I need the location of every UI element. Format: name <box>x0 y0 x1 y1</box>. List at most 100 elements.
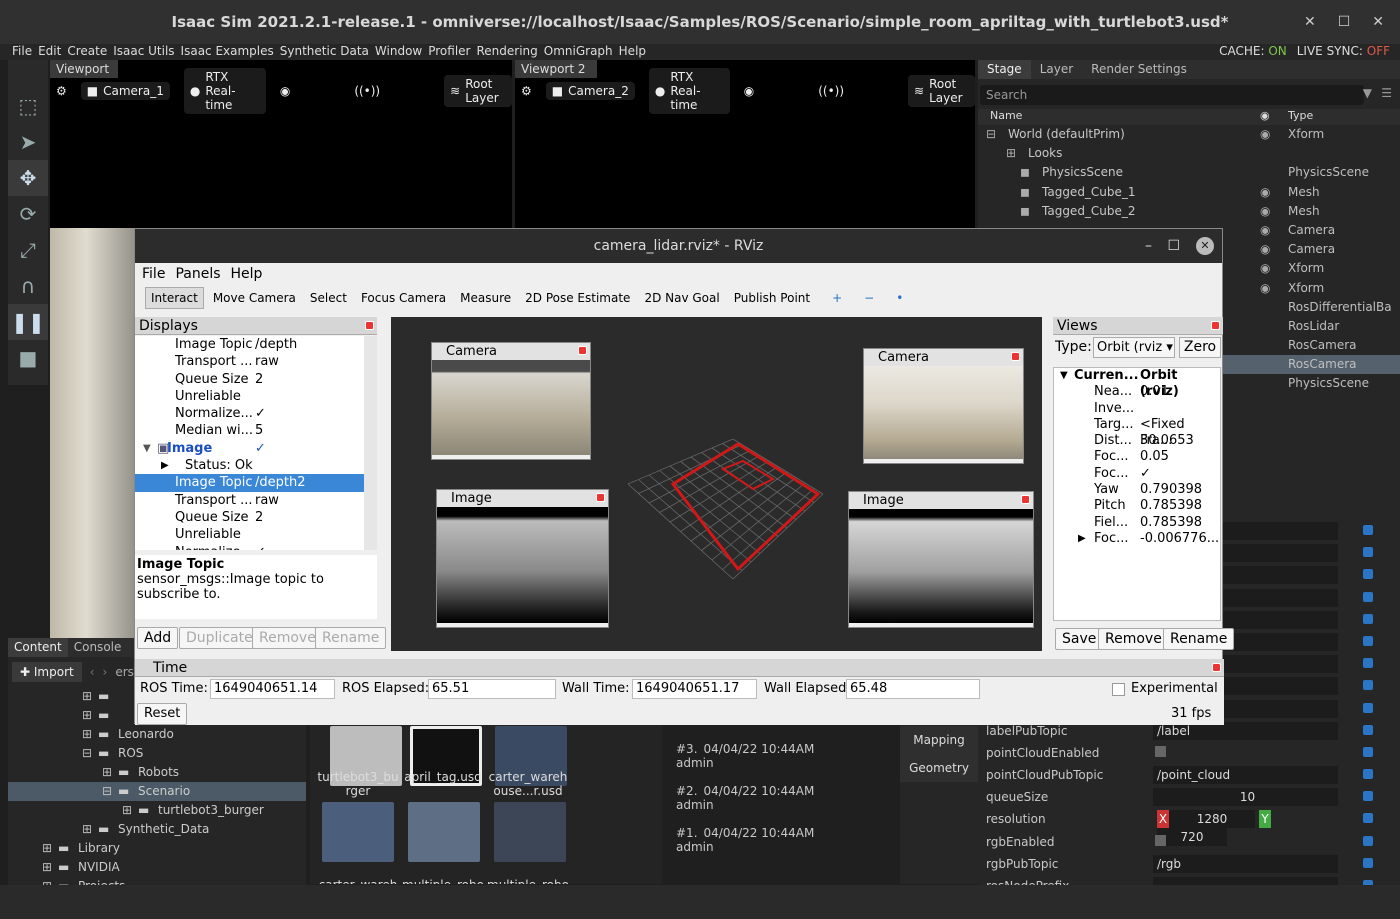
expand-icon[interactable]: ⊞ <box>122 801 132 820</box>
menu-item-create[interactable]: Create <box>67 44 107 58</box>
resolution-field[interactable]: X 1280 Y720 <box>1153 810 1338 847</box>
view-property-value[interactable]: 0.790398 <box>1140 482 1202 498</box>
tree-item[interactable]: ⊞ ▬ Synthetic_Data <box>8 820 306 839</box>
viewport-2-tab[interactable]: Viewport 2 <box>515 60 597 78</box>
rviz-menu-file[interactable]: File <box>142 266 165 282</box>
checkbox[interactable] <box>1155 834 1166 846</box>
display-property-row[interactable]: Queue Size 2 <box>135 371 377 388</box>
checkbox[interactable] <box>1155 745 1166 757</box>
snap-icon[interactable]: ∩ <box>8 268 48 304</box>
collapse-icon[interactable]: ⊟ <box>102 782 112 801</box>
view-property-row[interactable]: ▶ Foc... -0.006776... <box>1054 531 1220 547</box>
view-property-value[interactable]: -0.006776... <box>1140 531 1219 547</box>
prim-icon[interactable]: ◼ <box>1020 202 1030 221</box>
thumb-multiple-robots[interactable] <box>408 802 480 862</box>
displays-scrollbar[interactable] <box>364 336 377 550</box>
reset-button[interactable]: Reset <box>137 703 188 725</box>
menu-item-edit[interactable]: Edit <box>38 44 61 58</box>
display-property-row[interactable]: ▶ Status: Ok <box>135 457 377 474</box>
thumb-carter[interactable] <box>322 802 394 862</box>
view-property-row[interactable]: Inve... <box>1054 401 1220 417</box>
view-type-select[interactable]: Orbit (rviz ▾ <box>1093 337 1175 358</box>
expand-icon[interactable]: ⊞ <box>42 858 52 877</box>
display-property-value[interactable]: ✓ <box>255 405 266 422</box>
close-icon[interactable] <box>1211 321 1220 330</box>
close-icon[interactable] <box>596 493 605 502</box>
display-property-row[interactable]: Normalize...✓ <box>135 405 377 422</box>
render-mode-selector[interactable]: ● RTX Real-time <box>183 68 266 114</box>
tree-item[interactable]: ⊟ ▬ ROS <box>8 744 306 763</box>
tool-publish-point[interactable]: Publish Point <box>729 288 815 308</box>
expand-icon[interactable]: ⊞ <box>102 763 112 782</box>
prim-icon[interactable]: ◼ <box>1020 183 1030 202</box>
view-property-value[interactable]: ✓ <box>1140 466 1151 482</box>
remove-button[interactable]: Remove <box>1098 628 1169 650</box>
minimize-icon[interactable]: ✕ <box>1304 14 1316 30</box>
tool-focus-camera[interactable]: Focus Camera <box>356 288 451 308</box>
visibility-icon[interactable]: ◉ <box>1260 221 1270 240</box>
tree-item[interactable]: ⊞ ▬ turtlebot3_burger <box>8 801 306 820</box>
visibility-icon[interactable]: ◉ <box>1260 240 1270 259</box>
display-property-value[interactable]: 2 <box>255 509 263 526</box>
keyframe-icon[interactable] <box>1363 525 1373 535</box>
gear-icon[interactable]: ⚙ <box>56 84 67 98</box>
expand-icon[interactable]: ⊞ <box>82 725 92 744</box>
close-icon[interactable] <box>578 346 587 355</box>
live-icon[interactable]: ((•)) <box>818 84 844 98</box>
keyframe-icon[interactable] <box>1363 857 1373 868</box>
stage-row[interactable]: ◼ Tagged_Cube_1 ◉ Mesh <box>978 183 1400 202</box>
display-property-value[interactable]: 5 <box>255 422 263 439</box>
gear-icon[interactable]: ⚙ <box>521 84 532 98</box>
display-property-row[interactable]: Image Topic/depth2 <box>135 474 377 492</box>
expand-icon[interactable]: ▶ <box>1078 531 1086 547</box>
display-property-row[interactable]: Image Topic/depth <box>135 336 377 353</box>
menu-item-profiler[interactable]: Profiler <box>428 44 470 58</box>
move-icon[interactable]: ✥ <box>8 160 48 196</box>
select-box-icon[interactable]: ⬚ <box>8 88 48 124</box>
keyframe-icon[interactable] <box>1363 658 1373 669</box>
stage-row[interactable]: ⊞ Looks <box>978 144 1400 163</box>
keyframe-icon[interactable] <box>1363 680 1373 691</box>
stage-row[interactable]: ◼ Tagged_Cube_2 ◉ Mesh <box>978 202 1400 221</box>
display-property-value[interactable]: 2 <box>255 371 263 388</box>
tab-stage[interactable]: Stage <box>978 60 1031 79</box>
display-property-value[interactable]: /depth <box>255 336 297 353</box>
visibility-icon[interactable]: ◉ <box>1260 202 1270 221</box>
display-property-value[interactable]: raw <box>255 492 279 509</box>
view-property-row[interactable]: Pitch 0.785398 <box>1054 498 1220 514</box>
wall-time-field[interactable]: 1649040651.17 <box>632 679 757 699</box>
menu-item-omnigraph[interactable]: OmniGraph <box>544 44 613 58</box>
duplicate-button[interactable]: Duplicate <box>179 627 260 649</box>
prim-icon[interactable]: ◼ <box>1020 163 1030 182</box>
tab-console[interactable]: Console <box>68 638 128 657</box>
keyframe-icon[interactable] <box>1363 635 1373 646</box>
tree-item[interactable]: ⊞ ▬ Robots <box>8 763 306 782</box>
tree-item[interactable]: ⊞ ▬ NVIDIA <box>8 858 306 877</box>
render-mode-selector[interactable]: ● RTX Real-time <box>648 68 730 114</box>
view-property-value[interactable]: 0.785398 <box>1140 515 1202 531</box>
display-property-row[interactable]: Queue Size 2 <box>135 509 377 526</box>
tab-layer[interactable]: Layer <box>1031 60 1082 79</box>
viewport-1-tab[interactable]: Viewport <box>50 60 118 78</box>
collapse-icon[interactable]: ⊟ <box>82 744 92 763</box>
maximize-icon[interactable]: ☐ <box>1338 14 1351 30</box>
live-sync-status[interactable]: LIVE SYNC: OFF <box>1297 44 1390 58</box>
display-property-row[interactable]: Unreliable <box>135 388 377 405</box>
checkpoint-entry[interactable]: #1. 04/04/22 10:44AM admin <box>676 826 814 854</box>
scale-icon[interactable]: ⤢ <box>8 232 48 268</box>
pause-icon[interactable]: ❚❚ <box>8 304 48 340</box>
expand-icon[interactable]: ⊞ <box>42 839 52 858</box>
display-property-value[interactable]: /depth2 <box>255 474 306 491</box>
display-property-value[interactable]: raw <box>255 353 279 370</box>
wall-elapsed-field[interactable]: 65.48 <box>846 679 980 699</box>
camera-window-1[interactable]: Camera <box>431 342 591 460</box>
view-property-row[interactable]: Yaw 0.790398 <box>1054 482 1220 498</box>
expand-icon[interactable]: ⊞ <box>1006 144 1016 163</box>
rotate-icon[interactable]: ⟳ <box>8 196 48 232</box>
close-icon[interactable]: ✕ <box>1372 14 1384 30</box>
tab-geometry[interactable]: Geometry <box>900 754 978 782</box>
menu-item-isaac-examples[interactable]: Isaac Examples <box>181 44 274 58</box>
menu-item-help[interactable]: Help <box>619 44 646 58</box>
view-property-row[interactable]: Fiel... 0.785398 <box>1054 515 1220 531</box>
collapse-icon[interactable]: ⊟ <box>986 125 996 144</box>
